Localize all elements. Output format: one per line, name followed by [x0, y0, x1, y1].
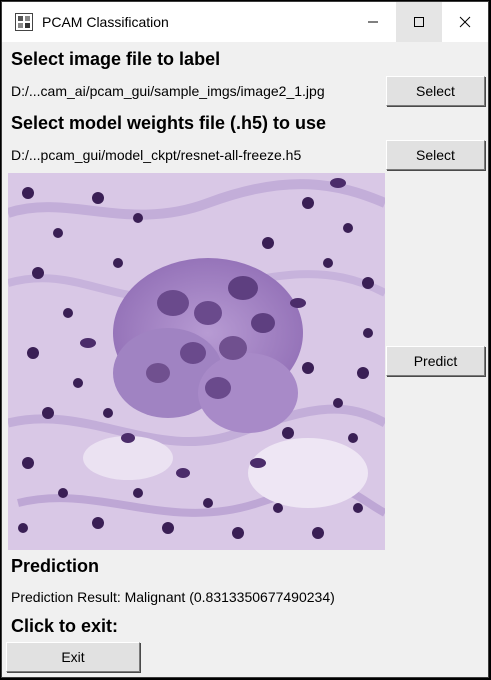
model-file-heading: Select model weights file (.h5) to use — [11, 113, 327, 133]
model-file-path: D:/...pcam_gui/model_ckpt/resnet-all-fre… — [11, 147, 302, 163]
close-icon — [459, 16, 471, 28]
minimize-icon — [368, 21, 378, 23]
tissue-sample-picture — [8, 173, 385, 550]
exit-heading: Click to exit: — [11, 616, 119, 636]
title-bar[interactable]: PCAM Classification — [2, 2, 488, 42]
maximize-button[interactable] — [396, 2, 442, 42]
maximize-icon — [414, 17, 424, 27]
prediction-heading: Prediction — [11, 556, 100, 576]
minimize-button[interactable] — [350, 2, 396, 42]
close-button[interactable] — [442, 2, 488, 42]
exit-button[interactable]: Exit — [6, 642, 140, 672]
prediction-result: Prediction Result: Malignant (0.83133506… — [11, 589, 335, 605]
histology-image — [8, 173, 385, 550]
window-title: PCAM Classification — [42, 14, 169, 30]
predict-button[interactable]: Predict — [386, 346, 485, 376]
select-model-button[interactable]: Select — [386, 140, 485, 170]
app-icon — [15, 13, 33, 31]
image-file-heading: Select image file to label — [11, 49, 221, 69]
app-window: PCAM Classification Select image file to… — [1, 1, 489, 678]
image-file-path: D:/...cam_ai/pcam_gui/sample_imgs/image2… — [11, 83, 325, 99]
select-image-button[interactable]: Select — [386, 76, 485, 106]
